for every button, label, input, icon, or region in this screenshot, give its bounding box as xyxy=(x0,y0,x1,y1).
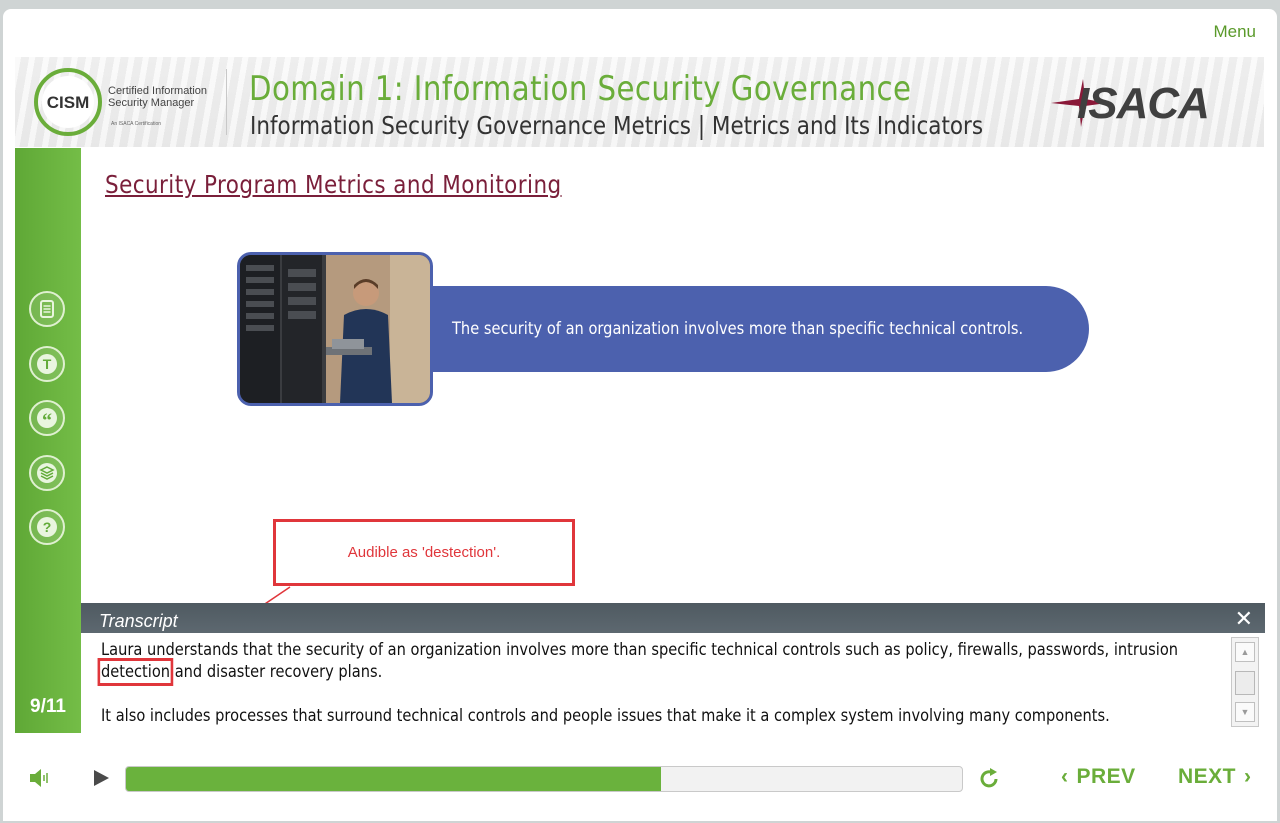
server-room-photo xyxy=(237,252,433,406)
chevron-right-icon: › xyxy=(1244,765,1252,788)
player-controls: ‹ PREV NEXT › xyxy=(3,735,1277,821)
transcript-line: Laura understands that the security of a… xyxy=(101,640,1179,660)
scroll-up-icon[interactable]: ▲ xyxy=(1235,642,1255,662)
glossary-icon: T xyxy=(37,354,57,374)
svg-text:T: T xyxy=(43,356,52,372)
banner-divider xyxy=(226,69,227,135)
transcript-text: Laura understands that the security of a… xyxy=(97,639,1201,727)
help-icon: ? xyxy=(37,517,57,537)
chevron-left-icon: ‹ xyxy=(1061,765,1069,788)
cism-logo-caption: Certified Information Security Manager xyxy=(108,85,208,109)
resources-button[interactable] xyxy=(29,455,65,491)
transcript-scrollbar[interactable]: ▲ ▼ xyxy=(1231,637,1259,727)
svg-text:“: “ xyxy=(42,410,52,431)
quote-icon: “ xyxy=(37,408,57,431)
scroll-thumb[interactable] xyxy=(1235,671,1255,695)
cism-tagline: An ISACA Certification xyxy=(111,121,162,127)
close-icon[interactable]: ✕ xyxy=(1235,606,1253,632)
svg-text:CISM: CISM xyxy=(47,93,90,112)
help-button[interactable]: ? xyxy=(29,509,65,545)
transcript-line: It also includes processes that surround… xyxy=(101,706,1110,726)
replay-icon[interactable] xyxy=(976,766,1002,792)
scroll-down-icon[interactable]: ▼ xyxy=(1235,702,1255,722)
transcript-line: detection and disaster recovery plans. xyxy=(97,658,383,686)
volume-icon[interactable] xyxy=(27,767,53,789)
cism-logo: CISM xyxy=(34,68,102,136)
glossary-button[interactable]: T xyxy=(29,346,65,382)
isaca-logo: ISACA xyxy=(1049,77,1224,129)
progress-fill xyxy=(126,767,662,791)
prev-button[interactable]: ‹ PREV xyxy=(1061,765,1136,789)
domain-subtitle: Information Security Governance Metrics … xyxy=(250,111,984,140)
transcript-title: Transcript xyxy=(99,611,178,631)
course-banner: CISM Certified Information Security Mana… xyxy=(15,57,1264,147)
progress-bar[interactable] xyxy=(125,766,963,792)
play-icon[interactable] xyxy=(91,768,111,788)
statement-text: The security of an organization involves… xyxy=(452,319,1024,339)
menu-link[interactable]: Menu xyxy=(1213,22,1256,42)
notes-button[interactable] xyxy=(29,291,65,327)
annotation-callout: Audible as 'destection'. xyxy=(273,519,575,586)
domain-title: Domain 1: Information Security Governanc… xyxy=(249,69,912,109)
resources-icon xyxy=(37,463,57,483)
next-button[interactable]: NEXT › xyxy=(1178,765,1252,789)
slide-content: Security Program Metrics and Monitoring … xyxy=(81,148,1264,603)
highlighted-word: detection xyxy=(97,658,174,686)
transcript-header: Transcript ✕ xyxy=(81,603,1265,633)
quotes-button[interactable]: “ xyxy=(29,400,65,436)
svg-text:?: ? xyxy=(43,519,52,535)
transcript-panel: Laura understands that the security of a… xyxy=(81,633,1265,733)
page-counter: 9/11 xyxy=(30,696,66,717)
statement-banner: The security of an organization involves… xyxy=(418,286,1089,372)
slide-title: Security Program Metrics and Monitoring xyxy=(105,170,562,199)
server-technician-image xyxy=(240,255,430,403)
sidebar: T “ ? 9/11 xyxy=(15,148,81,733)
notes-icon xyxy=(40,300,54,318)
